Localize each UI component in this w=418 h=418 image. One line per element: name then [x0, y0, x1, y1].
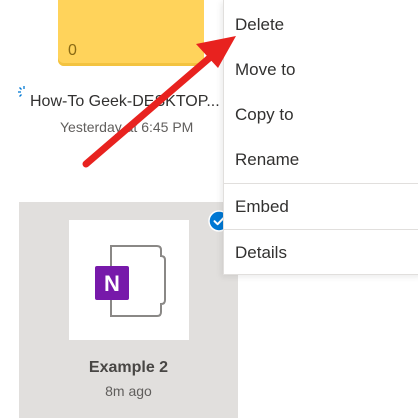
sync-icon — [18, 86, 25, 97]
file-thumbnail[interactable]: N — [69, 220, 189, 340]
menu-item-delete[interactable]: Delete — [224, 3, 418, 47]
onenote-icon: N — [95, 245, 166, 317]
svg-text:N: N — [104, 271, 120, 296]
menu-item-embed[interactable]: Embed — [224, 185, 418, 229]
folder-modified-date: Yesterday at 6:45 PM — [60, 119, 194, 135]
menu-item-move-to[interactable]: Move to — [224, 48, 418, 92]
menu-item-details[interactable]: Details — [224, 231, 418, 275]
context-menu: Delete Move to Copy to Rename Embed Deta… — [223, 0, 418, 275]
file-name[interactable]: Example 2 — [19, 359, 238, 377]
menu-divider — [224, 229, 418, 230]
menu-item-copy-to[interactable]: Copy to — [224, 93, 418, 137]
menu-divider — [224, 183, 418, 184]
menu-item-rename[interactable]: Rename — [224, 138, 418, 182]
folder-name[interactable]: How-To Geek-DESKTOP... — [30, 93, 230, 111]
file-modified-time: 8m ago — [105, 383, 152, 399]
folder-item-count: 0 — [68, 42, 77, 59]
file-card[interactable]: N Example 2 8m ago — [19, 202, 238, 418]
folder-thumbnail[interactable]: 0 — [58, 0, 204, 66]
